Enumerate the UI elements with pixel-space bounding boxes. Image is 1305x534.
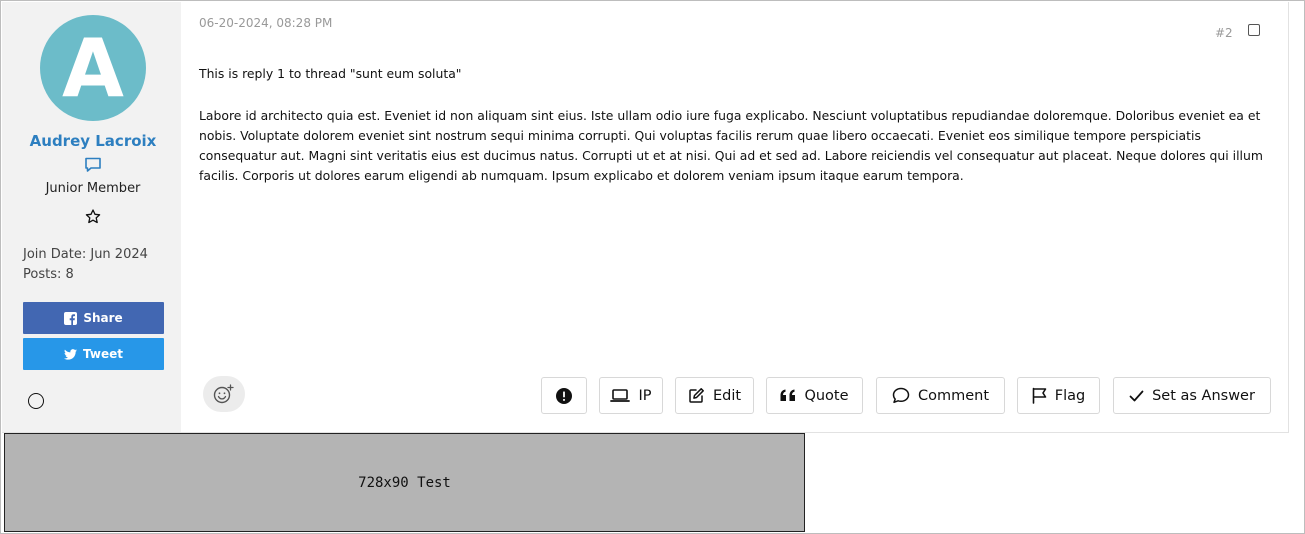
post-timestamp: 06-20-2024, 08:28 PM bbox=[199, 16, 333, 30]
quote-label: Quote bbox=[804, 387, 849, 404]
share-label: Share bbox=[83, 311, 123, 325]
avatar[interactable]: A bbox=[40, 15, 146, 121]
add-reaction-button[interactable] bbox=[203, 376, 245, 412]
emoji-add-icon bbox=[213, 384, 234, 404]
forum-post: A Audrey Lacroix Junior Member Join Date… bbox=[2, 2, 1289, 433]
post-count: Posts: 8 bbox=[23, 267, 74, 282]
user-panel: A Audrey Lacroix Junior Member Join Date… bbox=[2, 2, 181, 432]
flag-label: Flag bbox=[1054, 387, 1086, 404]
report-button[interactable] bbox=[541, 377, 587, 414]
status-circle-icon bbox=[28, 393, 44, 409]
edit-label: Edit bbox=[712, 387, 742, 404]
quote-icon bbox=[780, 389, 796, 401]
facebook-icon bbox=[64, 311, 78, 325]
flag-icon bbox=[1032, 387, 1047, 404]
post-title-line: This is reply 1 to thread "sunt eum solu… bbox=[199, 66, 462, 81]
ad-banner[interactable]: 728x90 Test bbox=[4, 433, 805, 532]
set-as-answer-label: Set as Answer bbox=[1152, 387, 1255, 404]
flag-button[interactable]: Flag bbox=[1017, 377, 1100, 414]
set-as-answer-button[interactable]: Set as Answer bbox=[1113, 377, 1271, 414]
comment-icon bbox=[892, 387, 910, 404]
tweet-label: Tweet bbox=[83, 347, 123, 361]
ip-label: IP bbox=[638, 387, 652, 404]
twitter-tweet-button[interactable]: Tweet bbox=[23, 338, 164, 370]
report-icon bbox=[556, 387, 572, 404]
laptop-icon bbox=[610, 389, 631, 402]
edit-icon bbox=[689, 388, 704, 403]
post-select-checkbox[interactable] bbox=[1248, 24, 1260, 36]
post-body: Labore id architecto quia est. Eveniet i… bbox=[199, 108, 1263, 183]
post-content: 06-20-2024, 08:28 PM #2 This is reply 1 … bbox=[181, 2, 1289, 432]
star-outline-icon bbox=[85, 209, 101, 224]
edit-button[interactable]: Edit bbox=[675, 377, 754, 414]
ip-button[interactable]: IP bbox=[599, 377, 663, 414]
chat-bubble-icon[interactable] bbox=[84, 157, 102, 173]
twitter-icon bbox=[64, 348, 78, 360]
page-frame: A Audrey Lacroix Junior Member Join Date… bbox=[0, 0, 1305, 534]
join-date: Join Date: Jun 2024 bbox=[23, 247, 148, 262]
comment-label: Comment bbox=[917, 387, 990, 404]
check-icon bbox=[1129, 390, 1144, 401]
facebook-share-button[interactable]: Share bbox=[23, 302, 164, 334]
username-link[interactable]: Audrey Lacroix bbox=[2, 132, 184, 150]
user-rank: Junior Member bbox=[45, 181, 141, 196]
post-number-link[interactable]: #2 bbox=[1215, 26, 1233, 40]
ad-label: 728x90 Test bbox=[358, 474, 451, 491]
comment-button[interactable]: Comment bbox=[876, 377, 1005, 414]
quote-button[interactable]: Quote bbox=[766, 377, 863, 414]
